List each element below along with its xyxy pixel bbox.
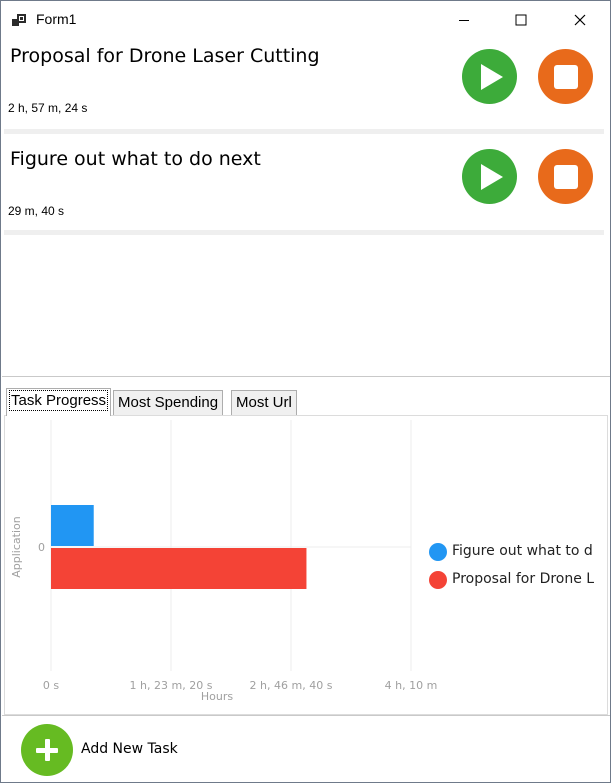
plus-icon-stroke	[44, 739, 50, 761]
task-elapsed-time: 29 m, 40 s	[8, 204, 65, 218]
stop-task-button[interactable]	[538, 49, 593, 104]
close-icon	[574, 14, 586, 26]
x-tick-label: 0 s	[43, 679, 59, 692]
maximize-icon	[515, 14, 527, 26]
tab-label: Task Progress	[8, 390, 109, 411]
stop-icon	[553, 164, 578, 189]
stop-icon	[553, 64, 578, 89]
tab-most-spending[interactable]: Most Spending	[113, 390, 224, 415]
legend-label: Proposal for Drone L	[452, 571, 595, 587]
start-task-button[interactable]	[462, 149, 517, 204]
window-title: Form1	[36, 11, 77, 27]
bar	[51, 505, 94, 546]
task-elapsed-time: 2 h, 57 m, 24 s	[8, 101, 88, 115]
task-card: Figure out what to do next 29 m, 40 s	[4, 134, 604, 234]
task-title: Figure out what to do next	[10, 148, 261, 170]
x-tick-label: 4 h, 10 m	[385, 679, 438, 692]
play-icon	[481, 163, 503, 190]
stop-task-button[interactable]	[538, 149, 593, 204]
tab-label: Most Spending	[118, 394, 219, 411]
app-window: Form1 Proposal for Drone Laser Cutting 2…	[0, 0, 611, 783]
legend-label: Figure out what to d	[452, 543, 593, 559]
tab-most-url[interactable]: Most Url	[231, 390, 297, 415]
legend-item: Figure out what to d	[426, 541, 606, 565]
y-axis-title: Application	[10, 516, 23, 577]
app-window-icon	[12, 14, 26, 26]
play-icon	[481, 63, 503, 90]
task-title: Proposal for Drone Laser Cutting	[10, 45, 320, 67]
x-axis-title: Hours	[201, 690, 233, 703]
legend-swatch	[429, 571, 447, 589]
task-divider	[4, 230, 604, 235]
legend-item: Proposal for Drone L	[426, 569, 606, 593]
x-tick-label: 2 h, 46 m, 40 s	[250, 679, 333, 692]
task-card: Proposal for Drone Laser Cutting 2 h, 57…	[4, 31, 604, 131]
legend-swatch	[429, 543, 447, 561]
start-task-button[interactable]	[462, 49, 517, 104]
chart-legend: Figure out what to d Proposal for Drone …	[426, 541, 606, 597]
bar	[51, 548, 307, 589]
tab-label: Most Url	[236, 394, 292, 411]
add-task-label[interactable]: Add New Task	[81, 741, 178, 757]
y-tick-label: 0	[38, 541, 45, 554]
task-progress-panel: 0 s1 h, 23 m, 20 s2 h, 46 m, 40 s4 h, 10…	[4, 415, 608, 715]
report-tab-control: Task Progress Most Spending Most Url 0 s…	[2, 376, 610, 716]
minimize-icon	[459, 20, 469, 21]
add-task-button[interactable]	[21, 724, 73, 776]
tab-task-progress[interactable]: Task Progress	[6, 388, 112, 416]
